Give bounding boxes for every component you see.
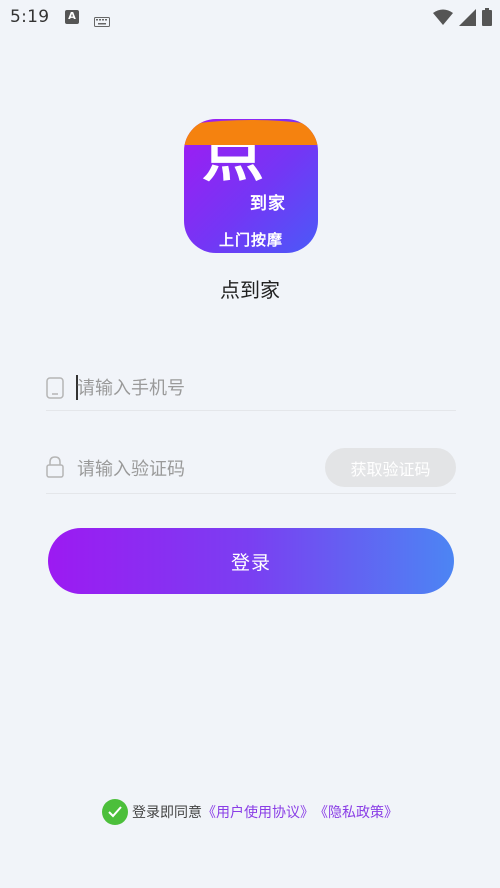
- phone-icon: [46, 377, 64, 403]
- signal-icon: [459, 8, 476, 30]
- keyboard-icon: [94, 12, 110, 31]
- code-field: 获取验证码: [46, 446, 456, 494]
- wifi-icon: [433, 9, 453, 29]
- phone-field: [46, 365, 456, 411]
- code-input[interactable]: [77, 446, 317, 492]
- privacy-policy-link[interactable]: 《隐私政策》: [314, 802, 398, 822]
- get-code-button[interactable]: 获取验证码: [325, 448, 456, 487]
- app-logo: 点 到家 上门按摩: [184, 119, 318, 253]
- agree-checkbox[interactable]: [102, 799, 128, 825]
- login-button[interactable]: 登录: [48, 528, 454, 594]
- user-agreement-link[interactable]: 《用户使用协议》: [202, 802, 314, 822]
- status-right-group: [433, 8, 492, 30]
- status-time: 5:19: [10, 7, 50, 27]
- status-bar: 5:19 A: [0, 0, 500, 34]
- phone-input[interactable]: [77, 365, 317, 411]
- battery-icon: [482, 8, 492, 30]
- logo-band-text: 上门按摩: [218, 231, 283, 249]
- login-screen: 5:19 A 点 到家 上门按摩 点到家 请输入手机号 请输入验证码 获取验证码…: [0, 0, 500, 888]
- agreement-row: 登录即同意 《用户使用协议》 《隐私政策》: [0, 798, 500, 826]
- logo-band-shape: [184, 120, 318, 145]
- app-name: 点到家: [220, 278, 280, 302]
- agreement-prefix: 登录即同意: [132, 805, 202, 821]
- logo-sub-text: 到家: [250, 194, 286, 214]
- a-notification-icon: A: [65, 10, 79, 24]
- lock-icon: [46, 456, 64, 482]
